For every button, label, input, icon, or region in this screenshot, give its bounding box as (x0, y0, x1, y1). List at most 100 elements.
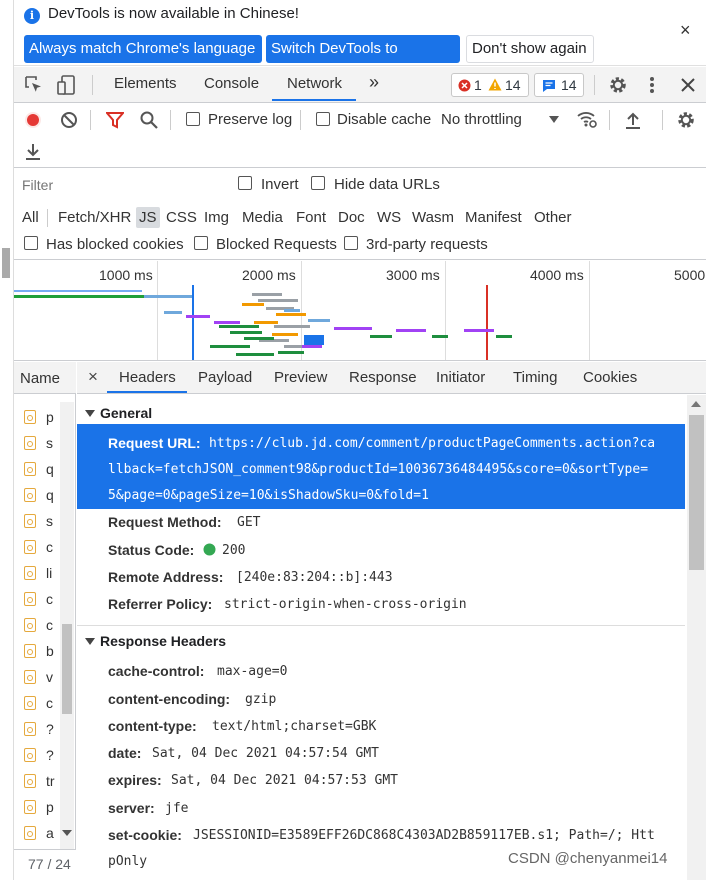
tab-elements[interactable]: Elements (114, 75, 177, 92)
filter-type-media[interactable]: Media (239, 207, 286, 228)
close-detail-icon[interactable]: × (88, 367, 98, 387)
request-row[interactable]: a (14, 820, 62, 846)
filter-type-wasm[interactable]: Wasm (409, 207, 457, 228)
toolbar-divider (594, 75, 595, 95)
tab-initiator[interactable]: Initiator (436, 369, 485, 386)
filter-type-fetch-xhr[interactable]: Fetch/XHR (55, 207, 134, 228)
referrer-policy-value: strict-origin-when-cross-origin (224, 597, 467, 612)
tab-cookies[interactable]: Cookies (583, 369, 637, 386)
hide-data-urls-checkbox[interactable] (311, 176, 325, 190)
preserve-log-checkbox[interactable] (186, 112, 200, 126)
request-row[interactable]: ? (14, 742, 62, 768)
third-party-requests-checkbox[interactable] (344, 236, 358, 250)
more-tabs-icon[interactable]: » (369, 72, 379, 93)
general-section-toggle[interactable]: General (85, 405, 152, 421)
request-row[interactable]: s (14, 508, 62, 534)
infobar-close-icon[interactable]: × (680, 20, 691, 41)
request-row[interactable]: v (14, 664, 62, 690)
filter-type-doc[interactable]: Doc (335, 207, 368, 228)
third-party-requests-label: 3rd-party requests (366, 236, 488, 253)
script-file-icon (24, 514, 36, 528)
tab-preview[interactable]: Preview (274, 369, 327, 386)
tab-response[interactable]: Response (349, 369, 417, 386)
device-toolbar-icon[interactable] (56, 74, 78, 96)
request-row[interactable]: q (14, 482, 62, 508)
network-settings-gear-icon[interactable] (676, 110, 696, 130)
clear-icon[interactable] (60, 111, 78, 129)
filter-type-js[interactable]: JS (136, 207, 160, 228)
filter-bar: Invert Hide data URLs All Fetch/XHR JS C… (14, 169, 706, 260)
filter-type-ws[interactable]: WS (374, 207, 404, 228)
export-har-icon[interactable] (25, 142, 41, 160)
header-value-continuation: pOnly (108, 854, 148, 869)
request-url-row[interactable]: Request URL: https://club.jd.com/comment… (77, 424, 685, 509)
request-list-header[interactable]: Name (14, 362, 76, 394)
message-icon (543, 80, 555, 92)
request-row[interactable]: s (14, 430, 62, 456)
dont-show-again-button[interactable]: Don't show again (466, 35, 594, 63)
request-row[interactable]: p (14, 404, 62, 430)
tab-network[interactable]: Network (287, 75, 342, 92)
search-icon[interactable] (140, 111, 158, 129)
network-conditions-icon[interactable] (576, 109, 598, 129)
request-row[interactable]: c (14, 690, 62, 716)
filter-input[interactable] (18, 174, 222, 196)
settings-gear-icon[interactable] (608, 75, 628, 95)
import-har-icon[interactable] (625, 111, 641, 129)
switch-devtools-chinese-button[interactable]: Switch DevTools to Chinese (266, 35, 460, 85)
more-options-icon[interactable] (646, 75, 658, 95)
request-row[interactable]: q (14, 456, 62, 482)
filter-type-font[interactable]: Font (293, 207, 329, 228)
chevron-down-icon[interactable] (549, 116, 559, 123)
invert-checkbox[interactable] (238, 176, 252, 190)
request-row[interactable]: c (14, 612, 62, 638)
script-file-icon (24, 696, 36, 710)
tab-timing[interactable]: Timing (513, 369, 557, 386)
left-edge-scroll-thumb[interactable] (2, 248, 10, 278)
headers-panel-scrollbar[interactable] (687, 395, 706, 880)
tab-headers[interactable]: Headers (119, 369, 176, 386)
script-file-icon (24, 566, 36, 580)
request-name: s (46, 435, 53, 451)
request-row[interactable]: ? (14, 716, 62, 742)
request-row[interactable]: c (14, 586, 62, 612)
filter-type-other[interactable]: Other (531, 207, 575, 228)
inspect-element-icon[interactable] (24, 75, 44, 95)
close-devtools-icon[interactable] (680, 77, 696, 93)
request-row[interactable]: p (14, 794, 62, 820)
tab-payload[interactable]: Payload (198, 369, 252, 386)
request-url-value-line2: llback=fetchJSON_comment98&productId=100… (108, 462, 649, 477)
request-row[interactable]: b (14, 638, 62, 664)
request-name: q (46, 487, 54, 503)
response-headers-section-toggle[interactable]: Response Headers (85, 633, 226, 649)
blocked-requests-checkbox[interactable] (194, 236, 208, 250)
request-list-scrollbar[interactable] (60, 402, 74, 872)
overview-tick-label: 1000 ms (99, 267, 153, 283)
always-match-language-button[interactable]: Always match Chrome's language (24, 35, 262, 63)
filter-type-all[interactable]: All (19, 207, 42, 228)
network-overview-timeline[interactable]: 1000 ms 2000 ms 3000 ms 4000 ms 5000 (14, 261, 706, 361)
has-blocked-cookies-checkbox[interactable] (24, 236, 38, 250)
header-key: set-cookie: (108, 827, 182, 843)
script-file-icon (24, 462, 36, 476)
request-list-scroll-thumb[interactable] (62, 624, 72, 714)
throttling-select[interactable]: No throttling (441, 111, 522, 128)
script-file-icon (24, 644, 36, 658)
tab-console[interactable]: Console (204, 75, 259, 92)
filter-type-css[interactable]: CSS (163, 207, 200, 228)
headers-panel-scroll-thumb[interactable] (689, 415, 704, 570)
active-detail-tab-indicator (107, 391, 187, 393)
blocked-requests-label: Blocked Requests (216, 236, 337, 253)
request-row[interactable]: c (14, 534, 62, 560)
scroll-up-arrow-icon[interactable] (691, 401, 701, 407)
scroll-down-arrow-icon[interactable] (62, 830, 72, 836)
filter-type-img[interactable]: Img (201, 207, 232, 228)
disable-cache-checkbox[interactable] (316, 112, 330, 126)
request-row[interactable]: li (14, 560, 62, 586)
messages-badge[interactable]: 14 (534, 73, 584, 97)
record-icon[interactable] (24, 111, 42, 129)
filter-type-manifest[interactable]: Manifest (462, 207, 525, 228)
filter-icon[interactable] (106, 112, 124, 129)
issues-badge[interactable]: 1 14 (451, 73, 529, 97)
request-row[interactable]: tr (14, 768, 62, 794)
